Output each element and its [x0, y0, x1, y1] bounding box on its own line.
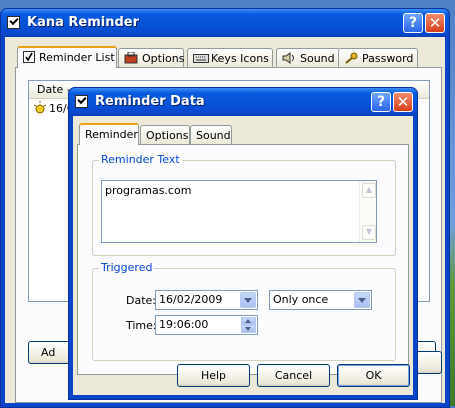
- spin-down-arrow-icon[interactable]: [241, 325, 256, 333]
- reminder-tab-panel: Reminder Text programas.com ▲ ▼ Triggere…: [77, 144, 409, 375]
- alarm-icon: [33, 101, 47, 114]
- tab-sound[interactable]: Sound: [276, 48, 340, 68]
- help-button[interactable]: Help: [177, 364, 250, 387]
- frequency-select[interactable]: Only once: [269, 290, 372, 310]
- tab-label: Reminder: [85, 128, 138, 141]
- tab-options[interactable]: Options: [118, 48, 184, 68]
- tab-dialog-options[interactable]: Options: [140, 125, 190, 145]
- reminder-data-dialog: Reminder Data ? ✕ Reminder Options Sound…: [68, 87, 418, 400]
- tab-label: Keys Icons: [211, 52, 269, 65]
- reminder-text-group: Reminder Text programas.com ▲ ▼: [92, 153, 396, 256]
- dialog-title: Reminder Data: [95, 94, 205, 109]
- date-label: Date:: [126, 294, 156, 307]
- tab-keys-icons[interactable]: Keys Icons: [187, 48, 273, 68]
- dialog-titlebar[interactable]: Reminder Data ? ✕: [69, 88, 417, 116]
- tab-reminder[interactable]: Reminder: [79, 123, 139, 145]
- toolbox-icon: [124, 51, 138, 64]
- triggered-group: Triggered Date: 16/02/2009 Only once Tim…: [92, 261, 396, 361]
- date-picker[interactable]: 16/02/2009: [155, 290, 258, 310]
- tab-label: Reminder List: [39, 51, 115, 64]
- dialog-checkbox-icon: [75, 95, 88, 108]
- spin-up-arrow-icon[interactable]: [241, 317, 256, 325]
- add-button-label: Ad: [41, 346, 56, 359]
- app-checkbox-icon: [7, 16, 20, 29]
- triggered-group-label: Triggered: [99, 261, 155, 274]
- main-window-title: Kana Reminder: [27, 15, 140, 30]
- scroll-down-arrow-icon[interactable]: ▼: [362, 225, 376, 240]
- tab-label: Sound: [300, 52, 335, 65]
- ok-button[interactable]: OK: [337, 364, 410, 387]
- time-spinner[interactable]: 19:06:00: [155, 315, 258, 335]
- checkbox-icon: [23, 51, 35, 63]
- date-value: 16/02/2009: [159, 293, 223, 306]
- tab-label: Sound: [196, 129, 231, 142]
- list-header-date: Date -: [37, 83, 71, 96]
- dialog-close-caption-button[interactable]: ✕: [393, 92, 413, 112]
- ok-button-label: OK: [365, 369, 382, 382]
- dialog-client-area: Reminder Options Sound Reminder Text pro…: [73, 116, 413, 395]
- date-dropdown-arrow-icon[interactable]: [240, 292, 256, 308]
- cancel-button-label: Cancel: [274, 369, 313, 382]
- main-titlebar[interactable]: Kana Reminder ? ✕: [1, 9, 449, 37]
- close-caption-button[interactable]: ✕: [425, 13, 445, 33]
- list-item[interactable]: 16/0: [33, 101, 74, 117]
- frequency-dropdown-arrow-icon[interactable]: [354, 292, 370, 308]
- help-button-label: Help: [200, 369, 227, 382]
- frequency-value: Only once: [273, 293, 329, 306]
- time-label: Time:: [126, 319, 157, 332]
- reminder-text-value: programas.com: [105, 184, 192, 197]
- reminder-text-group-label: Reminder Text: [99, 153, 182, 166]
- keyboard-icon: [193, 52, 209, 64]
- help-caption-button[interactable]: ?: [403, 13, 423, 33]
- scroll-up-arrow-icon[interactable]: ▲: [362, 183, 376, 198]
- tab-password[interactable]: Password: [338, 48, 418, 68]
- tab-label: Options: [142, 52, 185, 65]
- time-value: 19:06:00: [159, 318, 209, 331]
- speaker-icon: [282, 52, 296, 64]
- tab-label: Options: [146, 129, 189, 142]
- text-scrollbar[interactable]: ▲ ▼: [359, 181, 376, 242]
- dialog-help-caption-button[interactable]: ?: [371, 92, 391, 112]
- tab-reminder-list[interactable]: Reminder List: [17, 46, 117, 68]
- reminder-text-area[interactable]: programas.com ▲ ▼: [101, 180, 377, 243]
- tab-label: Password: [362, 52, 414, 65]
- tab-dialog-sound[interactable]: Sound: [190, 125, 232, 145]
- cancel-button[interactable]: Cancel: [257, 364, 330, 387]
- key-icon: [344, 52, 358, 64]
